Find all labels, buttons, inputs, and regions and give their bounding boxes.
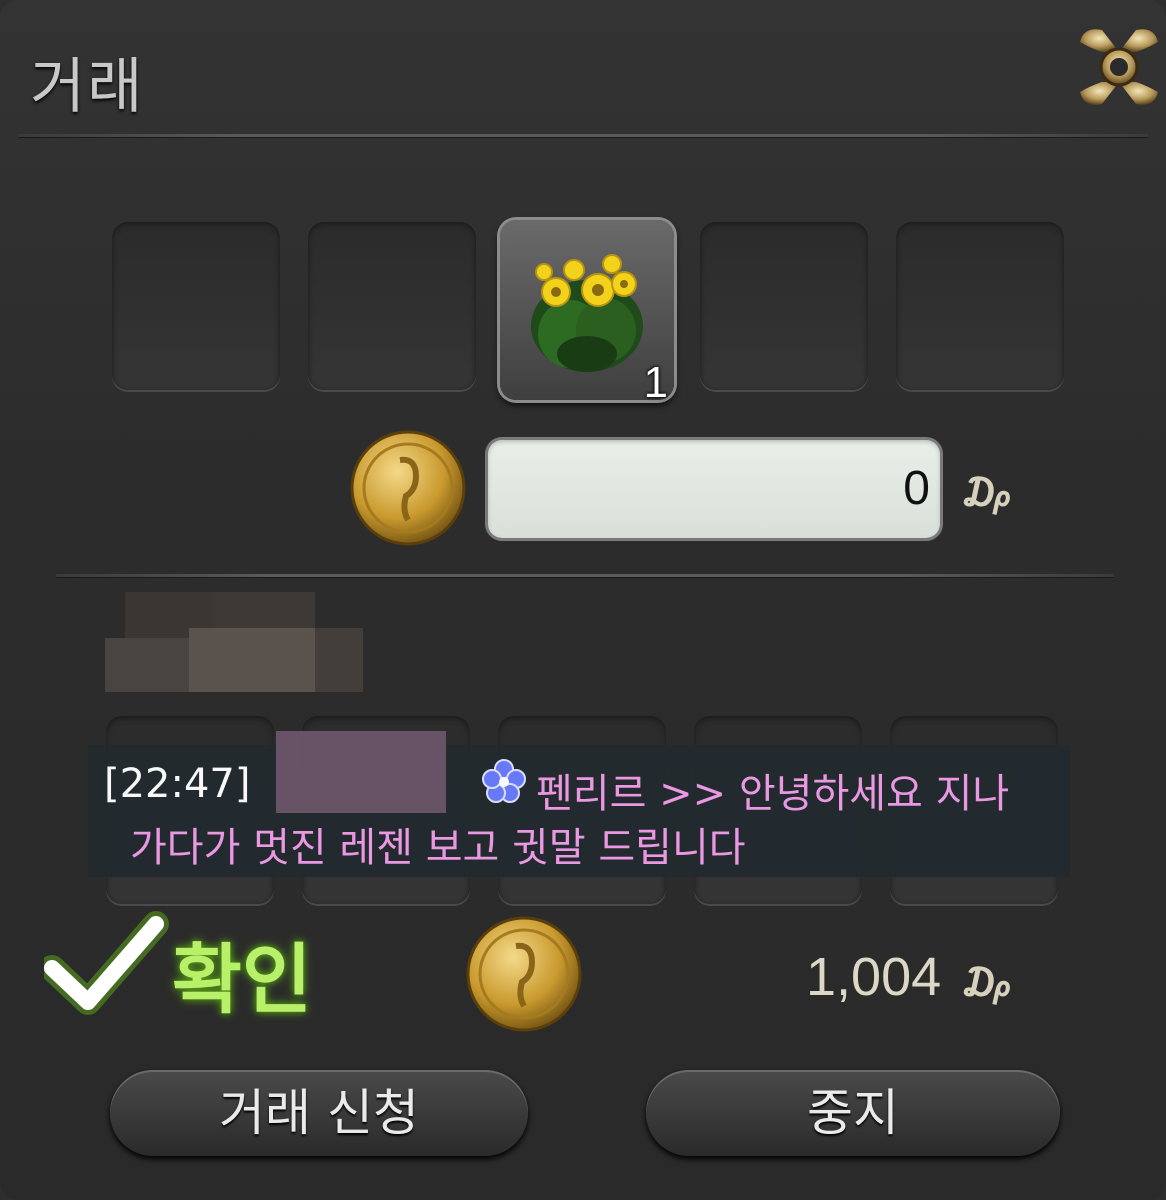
trade-window: 거래 1 0 ₯ [22:47] 펜리르 >> 안녕하세요 지나 가다가 멋진 … bbox=[0, 0, 1166, 1200]
partner-gil-coin-icon bbox=[466, 916, 582, 1032]
chat-message-line-1: 펜리르 >> 안녕하세요 지나 bbox=[536, 771, 1010, 817]
partner-gil-unit: ₯ bbox=[960, 960, 1016, 1006]
cancel-button[interactable]: 중지 bbox=[646, 1070, 1060, 1156]
offer-slot-5[interactable] bbox=[896, 222, 1064, 390]
confirm-label: 확인 bbox=[172, 935, 312, 1024]
section-divider bbox=[56, 574, 1114, 578]
gil-amount-input[interactable]: 0 bbox=[488, 440, 940, 538]
trade-request-button[interactable]: 거래 신청 bbox=[110, 1070, 528, 1156]
chat-message-overlay: [22:47] 펜리르 >> 안녕하세요 지나 가다가 멋진 레젠 보고 귓말 … bbox=[88, 731, 1070, 877]
title-divider bbox=[18, 134, 1148, 138]
offer-slot-4[interactable] bbox=[700, 222, 868, 390]
offer-slot-1[interactable] bbox=[112, 222, 280, 390]
sender-name-blurred bbox=[276, 731, 446, 813]
offer-slot-3[interactable]: 1 bbox=[500, 220, 674, 407]
close-icon[interactable] bbox=[1074, 22, 1164, 112]
offer-slot-2[interactable] bbox=[308, 222, 476, 390]
partner-gil-total: 1,004 bbox=[806, 947, 942, 1007]
chat-line-1: [22:47] bbox=[104, 761, 250, 807]
blue-flower-icon bbox=[482, 759, 526, 803]
item-quantity: 1 bbox=[643, 358, 668, 407]
partner-name-blurred bbox=[105, 592, 363, 692]
yellow-flower-plant-icon bbox=[531, 254, 643, 372]
window-title: 거래 bbox=[30, 52, 145, 122]
gil-coin-icon bbox=[350, 430, 466, 546]
chat-timestamp: [22:47] bbox=[104, 761, 251, 807]
chat-message-line-2: 가다가 멋진 레젠 보고 귓말 드립니다 bbox=[130, 825, 746, 871]
gil-unit-symbol: ₯ bbox=[960, 470, 1016, 516]
